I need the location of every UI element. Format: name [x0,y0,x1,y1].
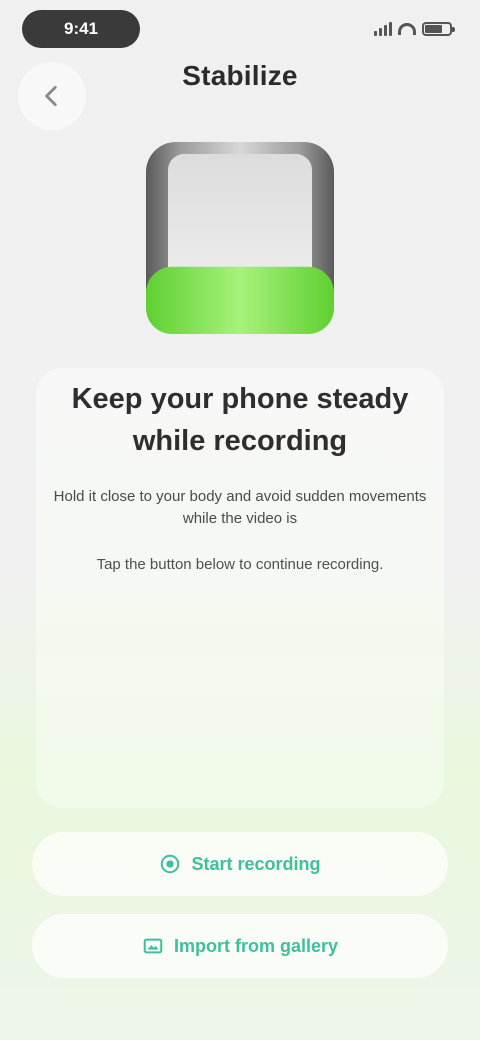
battery-level-icon [146,142,334,334]
record-icon [159,853,181,875]
start-recording-button[interactable]: Start recording [32,832,448,896]
start-recording-label: Start recording [191,853,321,874]
status-time-pill: 9:41 [22,10,140,48]
import-gallery-button[interactable]: Import from gallery [32,914,448,978]
battery-icon [422,22,455,36]
page-title: Stabilize [182,60,298,91]
hero-level-fill [146,266,334,334]
headline: Keep your phone steady while recording [71,383,409,457]
status-time: 9:41 [63,19,99,38]
body-text: Hold it close to your body and avoid sud… [53,488,427,527]
wifi-icon [398,23,416,35]
hint-text: Tap the button below to continue recordi… [96,556,384,573]
signal-icon [374,22,392,36]
gallery-icon [142,935,164,957]
import-gallery-label: Import from gallery [173,935,339,956]
status-bar: 9:41 [0,0,480,60]
status-icons [374,16,455,42]
hero-illustration [142,140,338,336]
